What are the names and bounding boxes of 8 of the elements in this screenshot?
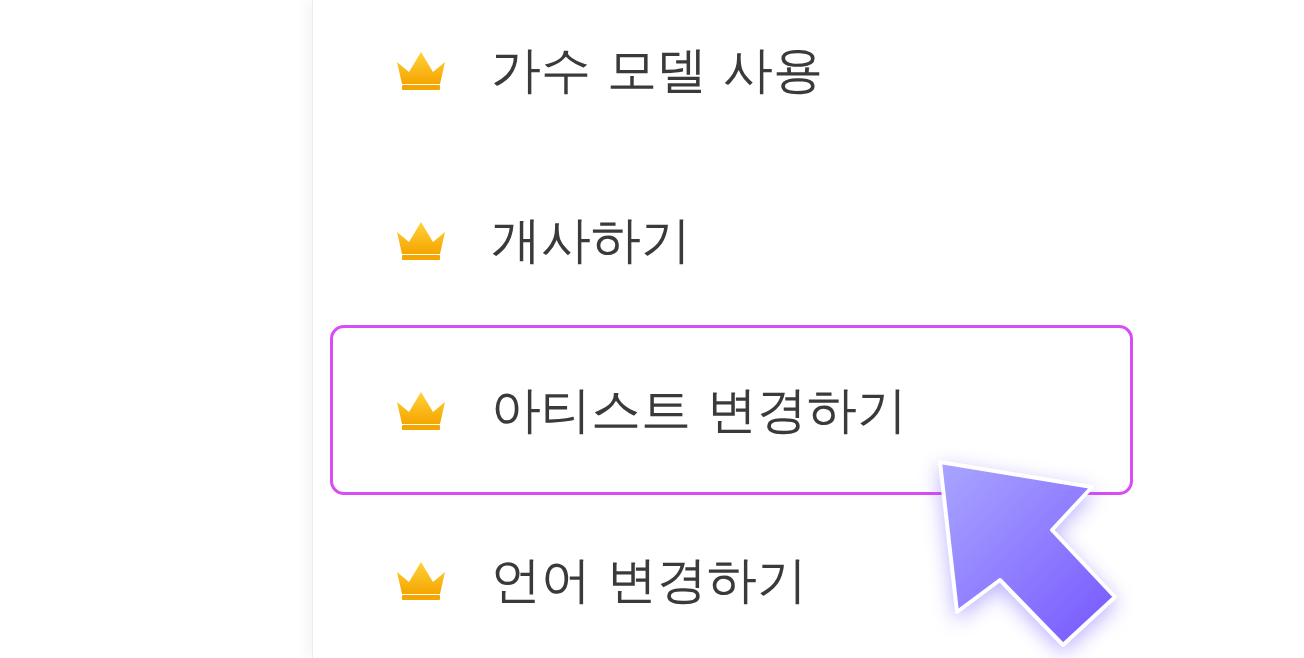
menu-item-label: 개사하기 (491, 209, 691, 271)
menu-item[interactable]: 개사하기 (330, 155, 1133, 325)
menu-item-label: 언어 변경하기 (491, 549, 807, 611)
menu-item[interactable]: 가수 모델 사용 (330, 0, 1133, 155)
menu-item-label: 가수 모델 사용 (491, 39, 823, 101)
menu-item[interactable]: 언어 변경하기 (330, 495, 1133, 658)
menu-item[interactable]: 아티스트 변경하기 (330, 325, 1133, 495)
menu-item-label: 아티스트 변경하기 (491, 379, 907, 441)
